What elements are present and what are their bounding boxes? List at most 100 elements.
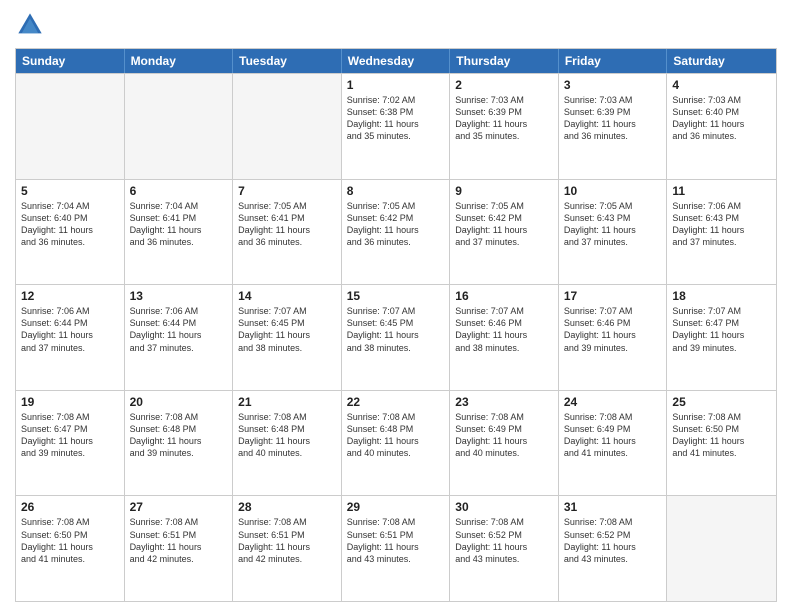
calendar-body: 1 Sunrise: 7:02 AM Sunset: 6:38 PM Daylig… — [16, 73, 776, 601]
calendar-cell: 15Sunrise: 7:07 AM Sunset: 6:45 PM Dayli… — [342, 285, 451, 390]
day-number: 2 — [455, 78, 553, 92]
day-info: Sunrise: 7:08 AM Sunset: 6:51 PM Dayligh… — [130, 516, 228, 565]
day-info: Sunrise: 7:07 AM Sunset: 6:45 PM Dayligh… — [347, 305, 445, 354]
calendar-cell — [233, 74, 342, 179]
calendar-cell: 17 Sunrise: 7:07 AM Sunset: 6:46 PM Dayli… — [559, 285, 668, 390]
calendar-cell — [16, 74, 125, 179]
calendar-cell: 16 Sunrise: 7:07 AM Sunset: 6:46 PM Dayli… — [450, 285, 559, 390]
day-info: Sunrise: 7:05 AM Sunset: 6:42 PM Dayligh… — [455, 200, 553, 249]
calendar-row-3: 12Sunrise: 7:06 AM Sunset: 6:44 PM Dayli… — [16, 284, 776, 390]
day-number: 27 — [130, 500, 228, 514]
calendar-cell: 7 Sunrise: 7:05 AM Sunset: 6:41 PM Daylig… — [233, 180, 342, 285]
calendar-cell: 9 Sunrise: 7:05 AM Sunset: 6:42 PM Daylig… — [450, 180, 559, 285]
calendar-cell: 2 Sunrise: 7:03 AM Sunset: 6:39 PM Daylig… — [450, 74, 559, 179]
day-info: Sunrise: 7:06 AM Sunset: 6:44 PM Dayligh… — [21, 305, 119, 354]
page: SundayMondayTuesdayWednesdayThursdayFrid… — [0, 0, 792, 612]
day-info: Sunrise: 7:07 AM Sunset: 6:45 PM Dayligh… — [238, 305, 336, 354]
header-monday: Monday — [125, 49, 234, 73]
calendar-cell: 8 Sunrise: 7:05 AM Sunset: 6:42 PM Daylig… — [342, 180, 451, 285]
day-info: Sunrise: 7:07 AM Sunset: 6:46 PM Dayligh… — [455, 305, 553, 354]
calendar-cell: 6Sunrise: 7:04 AM Sunset: 6:41 PM Daylig… — [125, 180, 234, 285]
calendar-cell: 14 Sunrise: 7:07 AM Sunset: 6:45 PM Dayli… — [233, 285, 342, 390]
calendar-cell: 20 Sunrise: 7:08 AM Sunset: 6:48 PM Dayli… — [125, 391, 234, 496]
calendar-cell: 29Sunrise: 7:08 AM Sunset: 6:51 PM Dayli… — [342, 496, 451, 601]
day-info: Sunrise: 7:06 AM Sunset: 6:44 PM Dayligh… — [130, 305, 228, 354]
day-info: Sunrise: 7:05 AM Sunset: 6:42 PM Dayligh… — [347, 200, 445, 249]
calendar-cell: 25 Sunrise: 7:08 AM Sunset: 6:50 PM Dayli… — [667, 391, 776, 496]
day-number: 26 — [21, 500, 119, 514]
day-number: 7 — [238, 184, 336, 198]
header-friday: Friday — [559, 49, 668, 73]
calendar-cell: 3 Sunrise: 7:03 AM Sunset: 6:39 PM Daylig… — [559, 74, 668, 179]
calendar-cell: 24 Sunrise: 7:08 AM Sunset: 6:49 PM Dayli… — [559, 391, 668, 496]
day-number: 16 — [455, 289, 553, 303]
calendar-cell: 22 Sunrise: 7:08 AM Sunset: 6:48 PM Dayli… — [342, 391, 451, 496]
day-number: 1 — [347, 78, 445, 92]
header-saturday: Saturday — [667, 49, 776, 73]
calendar-cell: 18 Sunrise: 7:07 AM Sunset: 6:47 PM Dayli… — [667, 285, 776, 390]
calendar: SundayMondayTuesdayWednesdayThursdayFrid… — [15, 48, 777, 602]
logo — [15, 10, 49, 40]
header-wednesday: Wednesday — [342, 49, 451, 73]
day-number: 17 — [564, 289, 662, 303]
day-number: 20 — [130, 395, 228, 409]
day-info: Sunrise: 7:03 AM Sunset: 6:39 PM Dayligh… — [564, 94, 662, 143]
day-number: 28 — [238, 500, 336, 514]
calendar-row-5: 26 Sunrise: 7:08 AM Sunset: 6:50 PM Dayli… — [16, 495, 776, 601]
day-info: Sunrise: 7:08 AM Sunset: 6:50 PM Dayligh… — [672, 411, 771, 460]
day-number: 14 — [238, 289, 336, 303]
calendar-cell: 12Sunrise: 7:06 AM Sunset: 6:44 PM Dayli… — [16, 285, 125, 390]
day-number: 19 — [21, 395, 119, 409]
day-info: Sunrise: 7:04 AM Sunset: 6:40 PM Dayligh… — [21, 200, 119, 249]
calendar-cell: 11 Sunrise: 7:06 AM Sunset: 6:43 PM Dayli… — [667, 180, 776, 285]
calendar-cell: 19 Sunrise: 7:08 AM Sunset: 6:47 PM Dayli… — [16, 391, 125, 496]
day-number: 3 — [564, 78, 662, 92]
day-number: 24 — [564, 395, 662, 409]
calendar-cell: 4Sunrise: 7:03 AM Sunset: 6:40 PM Daylig… — [667, 74, 776, 179]
calendar-header: SundayMondayTuesdayWednesdayThursdayFrid… — [16, 49, 776, 73]
day-number: 9 — [455, 184, 553, 198]
calendar-row-2: 5 Sunrise: 7:04 AM Sunset: 6:40 PM Daylig… — [16, 179, 776, 285]
day-info: Sunrise: 7:08 AM Sunset: 6:47 PM Dayligh… — [21, 411, 119, 460]
day-info: Sunrise: 7:05 AM Sunset: 6:43 PM Dayligh… — [564, 200, 662, 249]
day-info: Sunrise: 7:07 AM Sunset: 6:46 PM Dayligh… — [564, 305, 662, 354]
day-info: Sunrise: 7:03 AM Sunset: 6:39 PM Dayligh… — [455, 94, 553, 143]
day-number: 22 — [347, 395, 445, 409]
day-number: 25 — [672, 395, 771, 409]
header-thursday: Thursday — [450, 49, 559, 73]
day-info: Sunrise: 7:08 AM Sunset: 6:49 PM Dayligh… — [564, 411, 662, 460]
day-number: 8 — [347, 184, 445, 198]
day-info: Sunrise: 7:07 AM Sunset: 6:47 PM Dayligh… — [672, 305, 771, 354]
calendar-cell: 10 Sunrise: 7:05 AM Sunset: 6:43 PM Dayli… — [559, 180, 668, 285]
day-info: Sunrise: 7:08 AM Sunset: 6:49 PM Dayligh… — [455, 411, 553, 460]
day-number: 4 — [672, 78, 771, 92]
calendar-cell: 21Sunrise: 7:08 AM Sunset: 6:48 PM Dayli… — [233, 391, 342, 496]
day-number: 23 — [455, 395, 553, 409]
day-number: 11 — [672, 184, 771, 198]
day-number: 30 — [455, 500, 553, 514]
calendar-cell: 13 Sunrise: 7:06 AM Sunset: 6:44 PM Dayli… — [125, 285, 234, 390]
day-number: 5 — [21, 184, 119, 198]
day-info: Sunrise: 7:08 AM Sunset: 6:48 PM Dayligh… — [238, 411, 336, 460]
header — [15, 10, 777, 40]
day-number: 31 — [564, 500, 662, 514]
day-number: 10 — [564, 184, 662, 198]
day-info: Sunrise: 7:08 AM Sunset: 6:51 PM Dayligh… — [238, 516, 336, 565]
calendar-cell: 27 Sunrise: 7:08 AM Sunset: 6:51 PM Dayli… — [125, 496, 234, 601]
day-number: 6 — [130, 184, 228, 198]
day-info: Sunrise: 7:08 AM Sunset: 6:48 PM Dayligh… — [347, 411, 445, 460]
calendar-cell — [125, 74, 234, 179]
calendar-cell: 1 Sunrise: 7:02 AM Sunset: 6:38 PM Daylig… — [342, 74, 451, 179]
day-info: Sunrise: 7:08 AM Sunset: 6:48 PM Dayligh… — [130, 411, 228, 460]
logo-icon — [15, 10, 45, 40]
calendar-row-1: 1 Sunrise: 7:02 AM Sunset: 6:38 PM Daylig… — [16, 73, 776, 179]
day-info: Sunrise: 7:05 AM Sunset: 6:41 PM Dayligh… — [238, 200, 336, 249]
day-number: 18 — [672, 289, 771, 303]
header-sunday: Sunday — [16, 49, 125, 73]
day-info: Sunrise: 7:08 AM Sunset: 6:50 PM Dayligh… — [21, 516, 119, 565]
day-number: 13 — [130, 289, 228, 303]
calendar-cell: 30Sunrise: 7:08 AM Sunset: 6:52 PM Dayli… — [450, 496, 559, 601]
day-info: Sunrise: 7:08 AM Sunset: 6:52 PM Dayligh… — [564, 516, 662, 565]
day-info: Sunrise: 7:02 AM Sunset: 6:38 PM Dayligh… — [347, 94, 445, 143]
day-info: Sunrise: 7:06 AM Sunset: 6:43 PM Dayligh… — [672, 200, 771, 249]
